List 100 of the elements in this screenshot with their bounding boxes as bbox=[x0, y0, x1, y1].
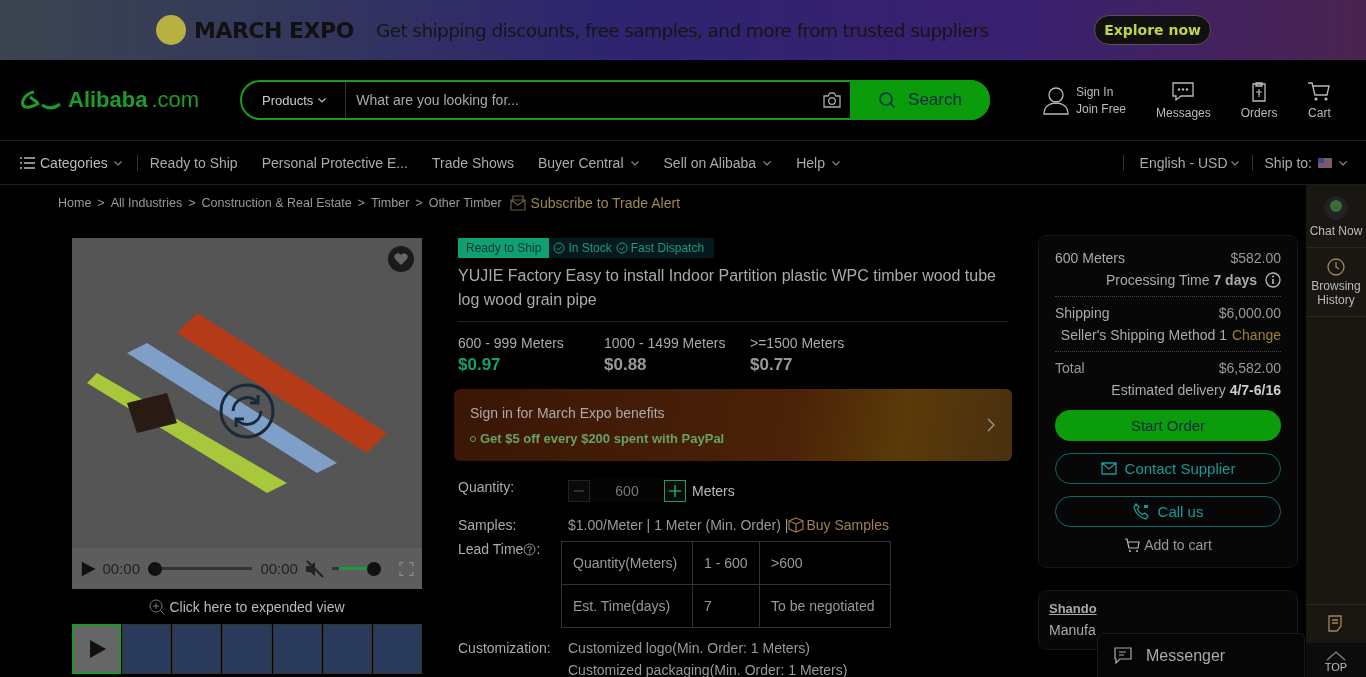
search-button[interactable]: Search bbox=[850, 80, 990, 120]
tier-range: 600 - 999 Meters bbox=[458, 335, 565, 351]
benefit-text: Get $5 off every $200 spent with PayPal bbox=[480, 430, 725, 446]
alibaba-logo[interactable]: Alibaba .com bbox=[20, 87, 240, 113]
search-field[interactable]: What are you looking for... bbox=[346, 82, 822, 118]
banner-tagline: Get shipping discounts, free samples, and more from trusted suppliers bbox=[375, 19, 989, 41]
explore-button[interactable]: Explore now bbox=[1094, 15, 1211, 45]
buy-samples-link[interactable]: Buy Samples bbox=[788, 517, 889, 533]
message-icon bbox=[1171, 80, 1196, 103]
total-label: Total bbox=[1055, 360, 1085, 376]
category-dropdown[interactable]: Products bbox=[242, 82, 347, 118]
feature-label: In Stock bbox=[568, 241, 612, 255]
ready-to-ship-badge: Ready to Ship bbox=[458, 238, 550, 258]
history-button[interactable]: Browsing History bbox=[1306, 248, 1366, 317]
clock-icon bbox=[1327, 258, 1345, 276]
cart-link[interactable]: Cart bbox=[1307, 80, 1332, 120]
table-cell: 1 - 600 bbox=[692, 541, 760, 585]
shipping-label: Shipping bbox=[1055, 305, 1110, 321]
messages-link[interactable]: Messages bbox=[1156, 80, 1211, 120]
check-circle-icon bbox=[615, 242, 628, 254]
check-circle-icon bbox=[553, 242, 566, 254]
volume-thumb[interactable] bbox=[367, 561, 382, 576]
table-cell: To be negotiated bbox=[759, 584, 891, 628]
expo-benefits-banner[interactable]: Sign in for March Expo benefits Get $5 off every $200 spent with PayPal bbox=[454, 389, 1012, 461]
customization-label: Customization: bbox=[458, 640, 552, 658]
ship-to-selector[interactable]: Ship to: bbox=[1264, 154, 1348, 171]
feedback-icon[interactable] bbox=[1327, 615, 1345, 633]
customization-option: Customized logo(Min. Order: 1 Meters) bbox=[568, 640, 848, 656]
phone-icon bbox=[1132, 503, 1150, 520]
progress-thumb[interactable] bbox=[148, 561, 163, 576]
zoom-in-icon bbox=[149, 599, 166, 615]
favorite-icon[interactable] bbox=[388, 246, 414, 272]
lead-time-label: Lead Time bbox=[458, 541, 524, 557]
tier-price: $0.77 bbox=[750, 355, 794, 375]
join-free-link[interactable]: Join Free bbox=[1076, 101, 1127, 116]
chat-button[interactable]: Chat Now bbox=[1306, 185, 1366, 248]
samples-label: Samples: bbox=[458, 517, 518, 533]
rotate-icon[interactable] bbox=[219, 383, 275, 439]
change-link[interactable]: Change bbox=[1231, 327, 1281, 343]
breadcrumb-link[interactable]: Timber bbox=[370, 196, 410, 210]
estimated-delivery: Estimated delivery 4/7-6/16 bbox=[1110, 382, 1281, 398]
nav-link[interactable]: Help bbox=[796, 154, 841, 171]
language-selector[interactable]: English - USD bbox=[1122, 154, 1253, 171]
feature-label: Fast Dispatch bbox=[630, 241, 705, 255]
nav-link[interactable]: Buyer Central bbox=[537, 154, 640, 171]
breadcrumb-separator: > bbox=[357, 196, 365, 210]
breadcrumb-separator: > bbox=[97, 196, 105, 210]
box-icon bbox=[788, 517, 805, 533]
total-amount: $6,582.00 bbox=[1218, 360, 1281, 376]
thumbnail[interactable] bbox=[172, 624, 222, 674]
muted-speaker-icon[interactable] bbox=[303, 558, 326, 579]
subscribe-link[interactable]: Subscribe to Trade Alert bbox=[509, 195, 681, 211]
orders-link[interactable]: Orders bbox=[1240, 80, 1278, 120]
fullscreen-icon[interactable] bbox=[399, 560, 414, 577]
back-to-top-button[interactable]: TOP bbox=[1306, 643, 1366, 677]
thumbnail[interactable] bbox=[322, 624, 372, 674]
breadcrumb-link[interactable]: Other Timber bbox=[428, 196, 502, 210]
add-to-cart-link[interactable]: Add to cart bbox=[1055, 537, 1281, 553]
thumbnail[interactable] bbox=[372, 624, 422, 674]
messenger-bar[interactable]: Messenger bbox=[1097, 633, 1305, 677]
camera-icon[interactable] bbox=[822, 91, 842, 109]
info-icon[interactable] bbox=[1265, 272, 1281, 288]
nav-link[interactable]: Sell on Alibaba bbox=[663, 154, 773, 171]
user-icon[interactable] bbox=[1042, 85, 1070, 115]
tier-price: $0.97 bbox=[458, 355, 502, 375]
nav-link[interactable]: Personal Protective E... bbox=[261, 154, 408, 171]
expand-view-link[interactable]: Click here to expended view bbox=[169, 599, 345, 615]
categories-menu[interactable]: Categories bbox=[20, 154, 138, 171]
thumbnail[interactable] bbox=[222, 624, 272, 674]
breadcrumb-link[interactable]: Construction & Real Estate bbox=[201, 196, 352, 210]
play-icon[interactable] bbox=[80, 559, 97, 578]
table-cell: 7 bbox=[692, 584, 760, 628]
cart-icon bbox=[1124, 537, 1141, 553]
supplier-type: Manufa bbox=[1049, 622, 1097, 638]
thumbnail[interactable] bbox=[272, 624, 322, 674]
thumbnail[interactable] bbox=[72, 624, 122, 674]
search-bar[interactable]: Products What are you looking for... Search bbox=[240, 80, 990, 120]
samples-info: $1.00/Meter | 1 Meter (Min. Order) | bbox=[568, 517, 789, 533]
breadcrumb-separator: > bbox=[415, 196, 423, 210]
increase-button[interactable] bbox=[664, 480, 686, 502]
start-order-button[interactable]: Start Order bbox=[1055, 410, 1281, 441]
quantity-field[interactable]: 600 bbox=[590, 479, 664, 503]
total-time: 00:00 bbox=[260, 560, 298, 577]
expo-logo: MARCH EXPO bbox=[194, 17, 354, 43]
nav-link[interactable]: Ready to Ship bbox=[149, 154, 238, 171]
supplier-name[interactable]: Shando bbox=[1049, 601, 1287, 616]
search-icon bbox=[878, 91, 897, 109]
colon-text: : bbox=[536, 541, 541, 557]
processing-time: Processing Time 7 days bbox=[1106, 272, 1257, 288]
help-icon[interactable] bbox=[523, 543, 537, 556]
breadcrumb-link[interactable]: Home bbox=[58, 196, 92, 210]
plus-icon bbox=[669, 485, 681, 497]
coin-icon bbox=[156, 15, 186, 45]
shipping-method: Seller's Shipping Method 1 bbox=[1060, 327, 1227, 343]
breadcrumb-link[interactable]: All Industries bbox=[110, 196, 183, 210]
thumbnail[interactable] bbox=[122, 624, 172, 674]
sign-in-link[interactable]: Sign In bbox=[1076, 84, 1127, 99]
tier-range: 1000 - 1499 Meters bbox=[604, 335, 727, 351]
tier-range: >=1500 Meters bbox=[750, 335, 846, 351]
nav-link[interactable]: Trade Shows bbox=[431, 154, 514, 171]
